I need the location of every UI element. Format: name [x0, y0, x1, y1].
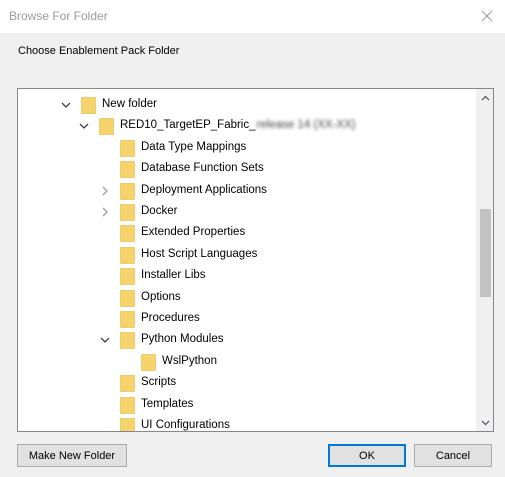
chevron-down-icon[interactable]: [79, 121, 89, 131]
chevron-up-icon: [481, 95, 490, 100]
folder-icon: [120, 289, 135, 307]
tree-item[interactable]: Python Modules: [18, 330, 476, 351]
tree-item[interactable]: Options: [18, 288, 476, 309]
tree-item-label: Templates: [141, 397, 194, 410]
tree-item-label: WslPython: [162, 354, 217, 367]
tree-item[interactable]: New folder: [18, 95, 476, 116]
chevron-right-icon[interactable]: [100, 207, 110, 217]
tree-item-label: Scripts: [141, 376, 177, 389]
folder-icon: [120, 396, 135, 414]
tree-item-label: Options: [141, 290, 181, 303]
tree-item-label: Database Function Sets: [141, 162, 264, 175]
tree-item-label: Procedures: [141, 312, 200, 324]
folder-icon: [141, 353, 156, 371]
tree-item[interactable]: Host Script Languages: [18, 245, 476, 266]
tree-item[interactable]: Templates: [18, 395, 476, 416]
tree-item-label: Extended Properties: [141, 226, 246, 239]
folder-icon: [120, 311, 135, 328]
tree-item[interactable]: Scripts: [18, 373, 476, 394]
folder-icon: [120, 268, 135, 285]
tree-item[interactable]: Procedures: [18, 309, 476, 330]
tree-item[interactable]: Extended Properties: [18, 223, 476, 244]
tree-item[interactable]: Data Type Mappings: [18, 138, 476, 159]
chevron-right-icon[interactable]: [100, 186, 110, 196]
scroll-up-button[interactable]: [477, 89, 493, 106]
tree-item-label: Installer Libs: [141, 269, 206, 282]
folder-icon: [120, 182, 135, 200]
tree-item-label: Deployment Applications: [141, 183, 267, 196]
tree-item[interactable]: Database Function Sets: [18, 159, 476, 180]
tree-item-label: Host Script Languages: [141, 247, 258, 260]
close-button[interactable]: [475, 4, 499, 28]
tree-item-label: RED10_TargetEP_Fabric_: [120, 119, 256, 132]
tree-item[interactable]: WslPython: [18, 352, 476, 373]
dialog-prompt: Choose Enablement Pack Folder: [18, 45, 180, 57]
obscured-text: release 14 (XX-XX): [256, 119, 356, 132]
folder-icon: [120, 225, 135, 243]
tree-item-label: Docker: [141, 205, 178, 217]
folder-icon: [81, 97, 96, 114]
scroll-down-button[interactable]: [477, 414, 493, 431]
folder-icon: [120, 375, 135, 392]
folder-icon: [120, 139, 135, 157]
folder-icon: [120, 418, 135, 431]
tree-item[interactable]: RED10_TargetEP_Fabric_release 14 (XX-XX): [18, 116, 476, 137]
tree-item[interactable]: Installer Libs: [18, 266, 476, 287]
window-title: Browse For Folder: [9, 9, 108, 23]
folder-icon: [120, 246, 135, 264]
tree-item-label: UI Configurations: [141, 419, 230, 431]
cancel-button[interactable]: Cancel: [414, 444, 492, 467]
vertical-scrollbar[interactable]: [476, 89, 493, 431]
folder-icon: [120, 204, 135, 221]
make-new-folder-button[interactable]: Make New Folder: [17, 444, 127, 467]
folder-icon: [120, 161, 135, 178]
tree-item-label: Python Modules: [141, 333, 224, 346]
ok-button[interactable]: OK: [328, 444, 406, 467]
tree-items: New folder RED10_TargetEP_Fabric_release …: [18, 89, 476, 431]
tree-item-label-group: RED10_TargetEP_Fabric_release 14 (XX-XX): [120, 119, 356, 131]
browse-for-folder-dialog: Browse For Folder Choose Enablement Pack…: [0, 0, 505, 477]
tree-item[interactable]: UI Configurations: [18, 416, 476, 431]
tree-item[interactable]: Docker: [18, 202, 476, 223]
title-bar: Browse For Folder: [0, 0, 505, 33]
folder-icon: [99, 118, 114, 136]
tree-item-label: Data Type Mappings: [141, 140, 247, 153]
close-icon: [481, 10, 493, 22]
folder-icon: [120, 332, 135, 350]
tree-item[interactable]: Deployment Applications: [18, 181, 476, 202]
chevron-down-icon[interactable]: [61, 100, 71, 110]
tree-item-label: New folder: [102, 98, 157, 110]
chevron-down-icon[interactable]: [100, 335, 110, 345]
scrollbar-thumb[interactable]: [480, 209, 491, 297]
chevron-down-icon: [481, 420, 490, 425]
folder-tree[interactable]: New folder RED10_TargetEP_Fabric_release …: [17, 88, 494, 432]
